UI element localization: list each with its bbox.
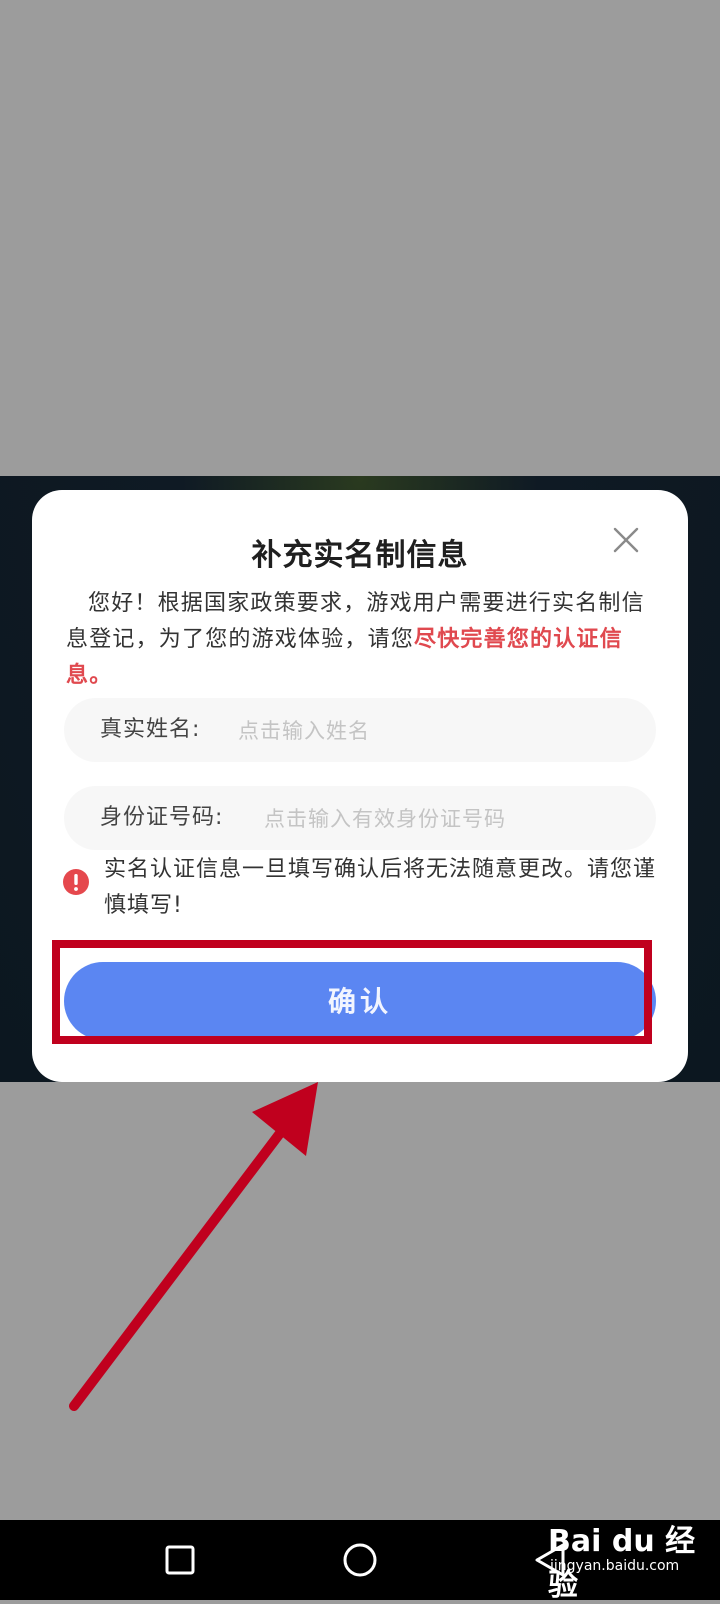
warning-text: 实名认证信息一旦填写确认后将无法随意更改。请您谨慎填写! bbox=[104, 857, 657, 918]
square-icon bbox=[165, 1545, 195, 1575]
close-icon bbox=[613, 527, 639, 553]
id-label: 身份证号码: bbox=[100, 805, 224, 830]
name-field: 真实姓名: bbox=[64, 698, 656, 762]
circle-icon bbox=[343, 1543, 377, 1577]
id-field: 身份证号码: bbox=[64, 786, 656, 850]
home-button[interactable] bbox=[330, 1520, 390, 1600]
intro-text: 您好！根据国家政策要求，游戏用户需要进行实名制信息登记，为了您的游戏体验，请您尽… bbox=[66, 586, 666, 694]
background-bottom bbox=[0, 1082, 720, 1520]
recent-apps-button[interactable] bbox=[150, 1520, 210, 1600]
watermark-url: jingyan.baidu.com bbox=[550, 1558, 680, 1574]
name-label: 真实姓名: bbox=[100, 717, 201, 742]
dialog-title: 补充实名制信息 bbox=[251, 538, 469, 573]
close-button[interactable] bbox=[606, 520, 646, 560]
name-input[interactable] bbox=[236, 710, 630, 752]
annotation-highlight-box bbox=[52, 940, 652, 1044]
exclamation-icon bbox=[63, 869, 89, 895]
baidu-jingyan-watermark: Bai du 经验 jingyan.baidu.com bbox=[548, 1510, 718, 1603]
id-number-input[interactable] bbox=[262, 798, 636, 840]
background-top bbox=[0, 0, 720, 476]
